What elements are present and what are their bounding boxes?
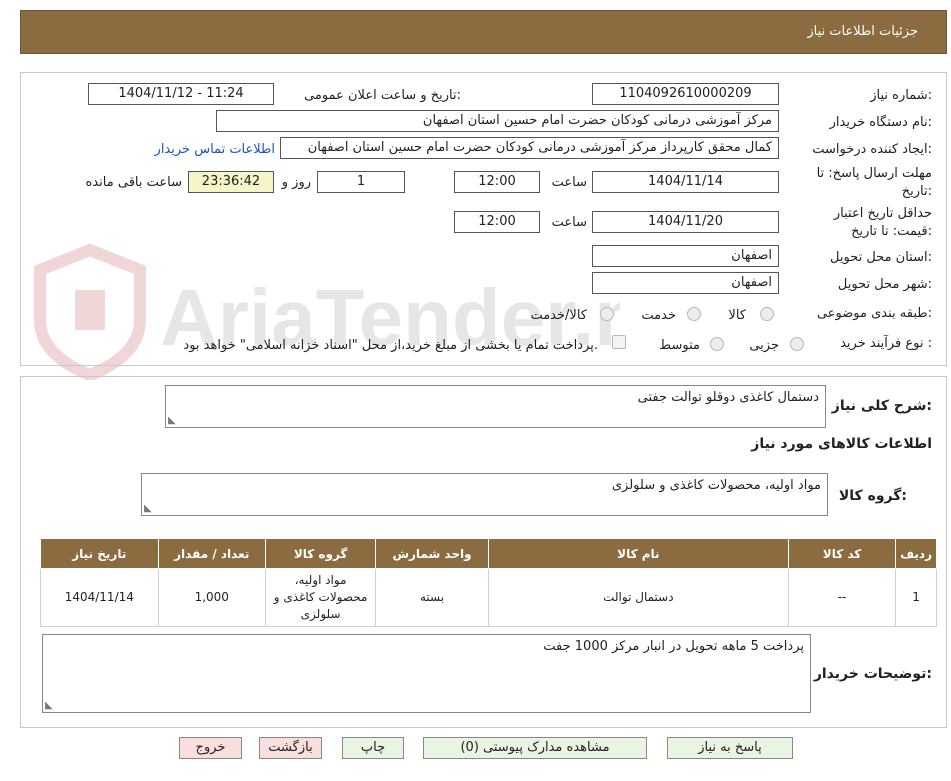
category-goods-radio[interactable] — [760, 307, 774, 321]
reply-deadline-label-2: تاریخ: — [901, 184, 932, 199]
city-label: شهر محل تحویل: — [837, 277, 932, 292]
summary-textarea[interactable]: دستمال کاغذی دوقلو توالت جفتی ◢ — [165, 385, 826, 428]
goods-group-text: مواد اولیه، محصولات کاغذی و سلولزی — [611, 478, 821, 493]
col-quantity: تعداد / مقدار — [157, 538, 266, 569]
reply-to-need-button[interactable]: پاسخ به نیاز — [667, 737, 793, 759]
page-header: جزئیات اطلاعات نیاز — [20, 10, 947, 54]
treasury-payment-checkbox[interactable] — [612, 335, 626, 349]
cell-goods-code: -- — [787, 568, 897, 627]
reply-deadline-label: مهلت ارسال پاسخ: تا — [816, 166, 932, 181]
items-table: ردیف کد کالا نام کالا واحد شمارش گروه کا… — [40, 538, 937, 627]
category-service-label: خدمت — [641, 308, 676, 323]
process-label: نوع فرآیند خرید : — [840, 336, 932, 351]
table-row: 1 -- دستمال توالت بسته مواد اولیه، محصول… — [40, 568, 937, 627]
reply-time-field: 12:00 — [454, 171, 540, 193]
category-service-radio[interactable] — [687, 307, 701, 321]
need-number-label: شماره نیاز: — [870, 88, 932, 103]
col-row-number: ردیف — [895, 538, 937, 569]
buyer-notes-label: توضیحات خریدار: — [813, 666, 932, 682]
remaining-timer: 23:36:42 — [188, 171, 274, 193]
category-both-label: کالا/خدمت — [530, 308, 587, 323]
cell-quantity: 1,000 — [157, 568, 266, 627]
cell-need-date: 1404/11/14 — [40, 568, 159, 627]
buyer-contact-link[interactable]: اطلاعات تماس خریدار — [155, 142, 275, 157]
col-need-date: تاریخ نیاز — [40, 538, 159, 569]
print-button[interactable]: چاپ — [342, 737, 404, 759]
resize-grip-icon[interactable]: ◢ — [144, 503, 152, 514]
category-goods-label: کالا — [728, 308, 746, 323]
summary-text: دستمال کاغذی دوقلو توالت جفتی — [637, 390, 819, 405]
buyer-notes-text: پرداخت 5 ماهه تحویل در انبار مرکز 1000 ج… — [543, 639, 804, 654]
goods-section-title: اطلاعات کالاهای مورد نیاز — [751, 436, 932, 452]
validity-time-label: ساعت — [551, 215, 587, 230]
buyer-org-field: مرکز آموزشی درمانی کودکان حضرت امام حسین… — [216, 110, 779, 132]
announce-datetime-field: 1404/11/12 - 11:24 — [88, 83, 274, 105]
summary-label: شرح کلی نیاز: — [831, 398, 932, 414]
remaining-label: ساعت باقی مانده — [85, 175, 182, 190]
goods-group-label: گروه کالا: — [838, 488, 907, 504]
resize-grip-icon[interactable]: ◢ — [168, 415, 176, 426]
reply-date-field: 1404/11/14 — [592, 171, 779, 193]
process-minor-label: جزیی — [749, 338, 779, 353]
need-number-field: 1104092610000209 — [592, 83, 779, 105]
treasury-payment-note: پرداخت تمام یا بخشی از مبلغ خرید،از محل … — [183, 338, 598, 353]
creator-field: کمال محقق کارپرداز مرکز آموزشی درمانی کو… — [280, 137, 779, 159]
announce-label: تاریخ و ساعت اعلان عمومی: — [304, 88, 461, 103]
cell-unit: بسته — [375, 568, 489, 627]
creator-label: ایجاد کننده درخواست: — [812, 142, 932, 157]
col-goods-code: کد کالا — [787, 538, 897, 569]
col-goods-group: گروه کالا — [264, 538, 377, 569]
validity-label: حداقل تاریخ اعتبار — [833, 206, 932, 221]
cell-row-number: 1 — [895, 568, 937, 627]
cell-goods-group: مواد اولیه، محصولات کاغذی و سلولزی — [264, 568, 377, 627]
reply-time-label: ساعت — [551, 175, 587, 190]
category-label: طبقه بندی موضوعی: — [816, 306, 932, 321]
validity-date-field: 1404/11/20 — [592, 211, 779, 233]
items-table-header: ردیف کد کالا نام کالا واحد شمارش گروه کا… — [40, 538, 937, 569]
goods-group-textarea[interactable]: مواد اولیه، محصولات کاغذی و سلولزی ◢ — [141, 473, 828, 516]
days-remaining-field: 1 — [317, 171, 405, 193]
exit-button[interactable]: خروج — [179, 737, 242, 759]
view-attachments-button[interactable]: مشاهده مدارک پیوستی (0) — [423, 737, 647, 759]
city-field: اصفهان — [592, 272, 779, 294]
process-medium-label: متوسط — [659, 338, 700, 353]
buyer-notes-textarea[interactable]: پرداخت 5 ماهه تحویل در انبار مرکز 1000 ج… — [42, 634, 811, 713]
validity-time-field: 12:00 — [454, 211, 540, 233]
category-both-radio[interactable] — [600, 307, 614, 321]
validity-label-2: قیمت: تا تاریخ: — [851, 224, 932, 239]
buyer-org-label: نام دستگاه خریدار: — [829, 115, 932, 130]
province-field: اصفهان — [592, 245, 779, 267]
col-goods-name: نام کالا — [487, 538, 789, 569]
days-label: روز و — [281, 175, 311, 190]
province-label: استان محل تحویل: — [830, 250, 932, 265]
process-minor-radio[interactable] — [790, 337, 804, 351]
col-unit: واحد شمارش — [375, 538, 489, 569]
resize-grip-icon[interactable]: ◢ — [45, 700, 53, 711]
page-title: جزئیات اطلاعات نیاز — [807, 24, 918, 39]
back-button[interactable]: بازگشت — [259, 737, 322, 759]
process-medium-radio[interactable] — [710, 337, 724, 351]
cell-goods-name: دستمال توالت — [487, 568, 789, 627]
